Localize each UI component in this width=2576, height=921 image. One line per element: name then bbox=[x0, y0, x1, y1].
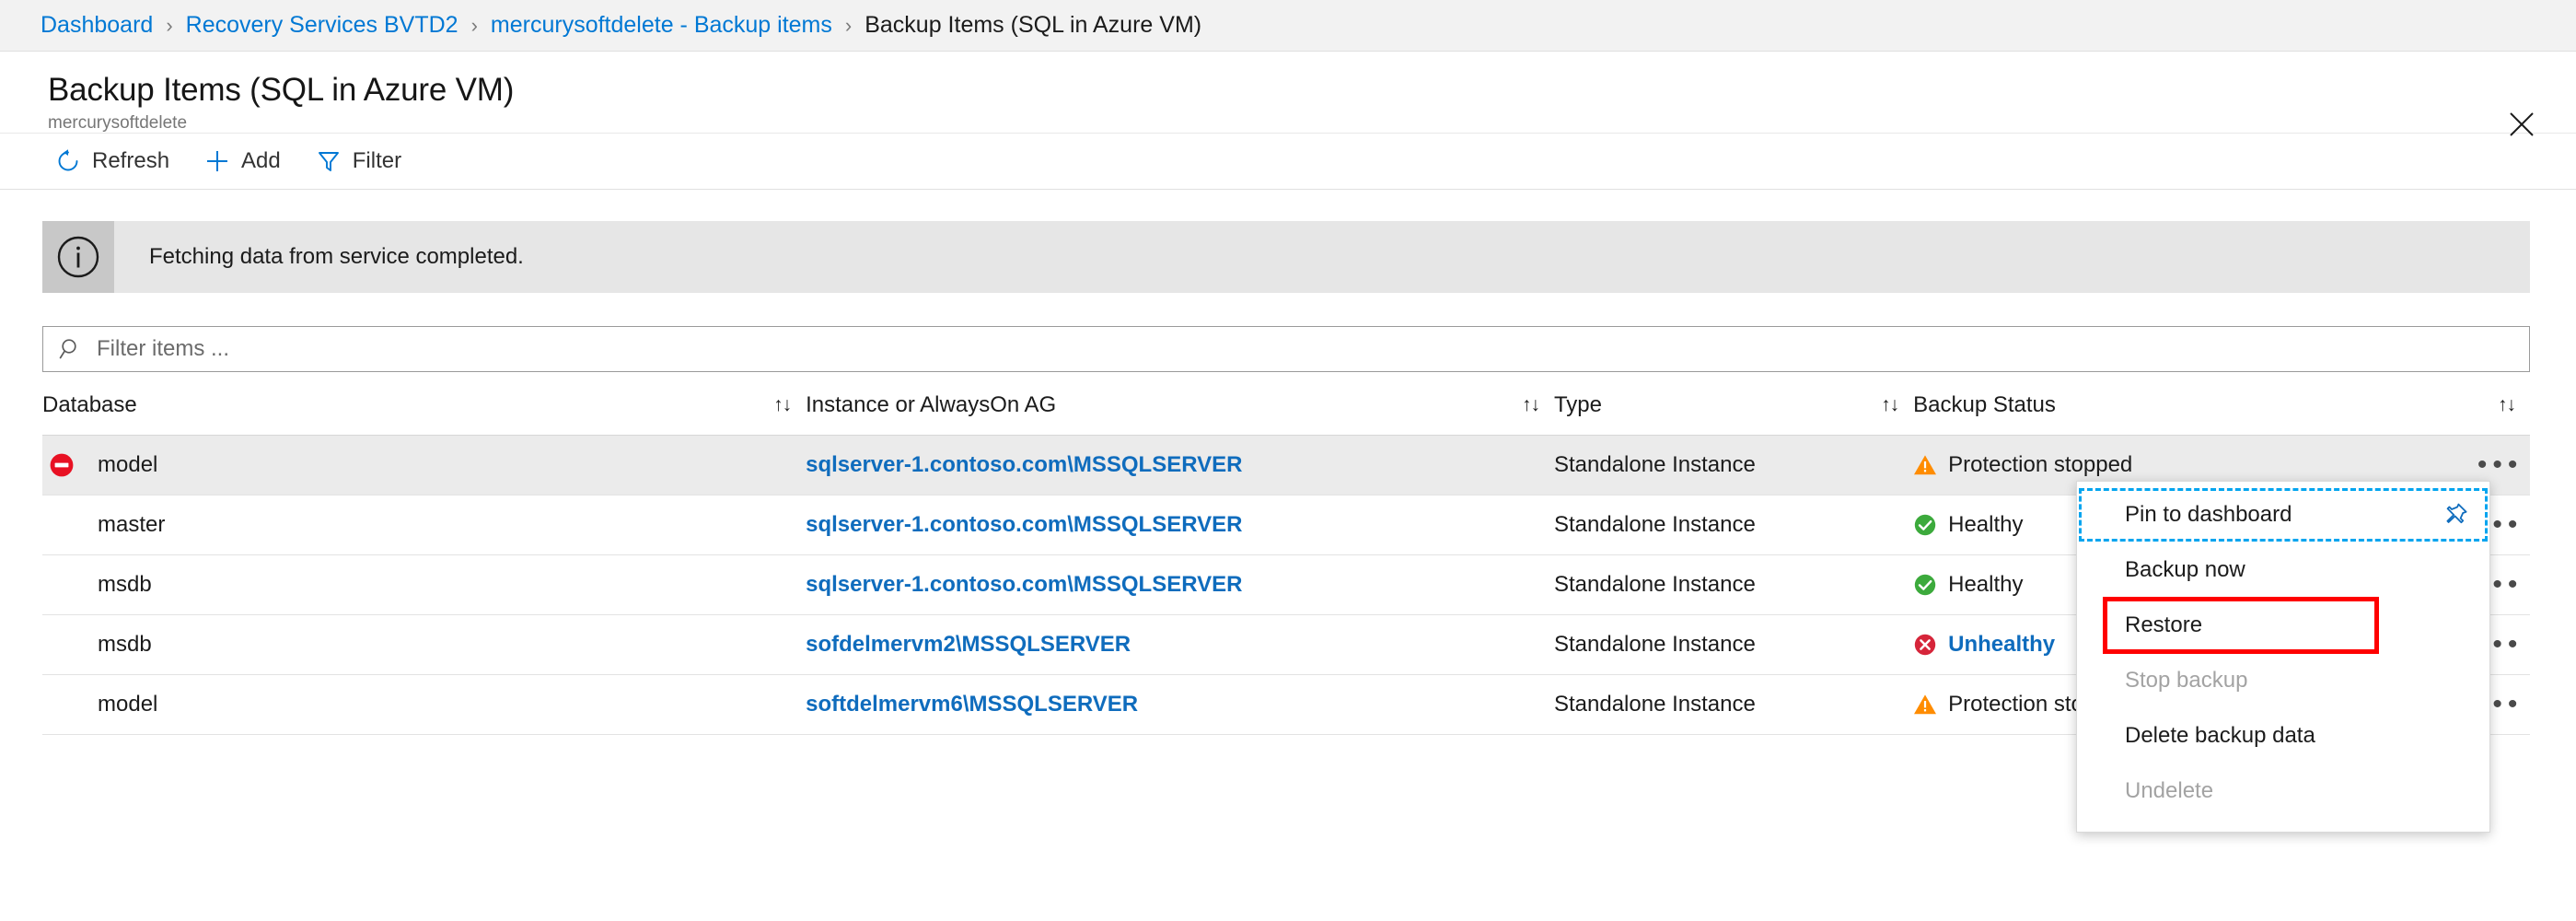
close-icon[interactable] bbox=[2502, 105, 2541, 144]
cell-instance: sqlserver-1.contoso.com\MSSQLSERVER bbox=[806, 436, 1554, 495]
page-title: Backup Items (SQL in Azure VM) bbox=[48, 72, 2576, 109]
column-header-type: Type ↑↓ bbox=[1554, 392, 1913, 436]
menu-item-restore[interactable]: Restore bbox=[2077, 598, 2489, 653]
funnel-icon bbox=[316, 148, 342, 174]
sort-toggle-type[interactable]: ↑↓ bbox=[1867, 394, 1913, 416]
cell-type: Standalone Instance bbox=[1554, 555, 1913, 615]
column-header-instance: Instance or AlwaysOn AG ↑↓ bbox=[806, 392, 1554, 436]
warning-icon bbox=[1913, 453, 1937, 477]
menu-item-backup-now[interactable]: Backup now bbox=[2077, 542, 2489, 598]
menu-item-label: Stop backup bbox=[2125, 668, 2469, 694]
column-header-database: Database ↑↓ bbox=[42, 392, 806, 436]
cell-database: msdb bbox=[42, 615, 806, 675]
blade-header: Backup Items (SQL in Azure VM) mercuryso… bbox=[0, 52, 2576, 133]
menu-item-pin-to-dashboard[interactable]: Pin to dashboard bbox=[2077, 487, 2489, 542]
table-header-row: Database ↑↓ Instance or AlwaysOn AG ↑↓ T… bbox=[42, 392, 2530, 436]
page-subtitle: mercurysoftdelete bbox=[48, 113, 2576, 134]
breadcrumb-separator-icon: › bbox=[471, 14, 478, 38]
database-name: master bbox=[94, 512, 165, 538]
search-icon bbox=[58, 336, 84, 362]
command-bar: Refresh Add Filter bbox=[0, 133, 2576, 190]
cell-instance: sofdelmervm2\MSSQLSERVER bbox=[806, 615, 1554, 675]
cell-database: model bbox=[42, 675, 806, 735]
breadcrumb-item-current: Backup Items (SQL in Azure VM) bbox=[864, 12, 1201, 39]
column-label: Instance or AlwaysOn AG bbox=[806, 392, 1508, 418]
row-context-menu: Pin to dashboard Backup now Restore Stop… bbox=[2076, 481, 2490, 833]
instance-link[interactable]: sofdelmervm2\MSSQLSERVER bbox=[806, 632, 1131, 657]
breadcrumb-item-dashboard[interactable]: Dashboard bbox=[41, 12, 153, 39]
status-label: Protection stopped bbox=[1948, 452, 2132, 478]
column-label: Type bbox=[1554, 392, 1867, 418]
database-name: msdb bbox=[94, 632, 152, 658]
cell-database: model bbox=[42, 436, 806, 495]
cell-instance: sqlserver-1.contoso.com\MSSQLSERVER bbox=[806, 555, 1554, 615]
column-label: Database bbox=[42, 392, 760, 418]
menu-item-label: Restore bbox=[2125, 612, 2469, 638]
add-label: Add bbox=[241, 148, 281, 174]
filter-button[interactable]: Filter bbox=[301, 139, 416, 183]
menu-item-label: Delete backup data bbox=[2125, 723, 2469, 749]
search-input[interactable] bbox=[95, 335, 2323, 363]
cell-database: msdb bbox=[42, 555, 806, 615]
menu-item-undelete: Undelete bbox=[2077, 764, 2489, 819]
plus-icon bbox=[204, 148, 230, 174]
filter-items-box[interactable] bbox=[42, 326, 2530, 372]
database-name: model bbox=[94, 692, 157, 717]
instance-link[interactable]: sqlserver-1.contoso.com\MSSQLSERVER bbox=[806, 572, 1242, 597]
cell-instance: softdelmervm6\MSSQLSERVER bbox=[806, 675, 1554, 735]
pin-icon bbox=[2442, 501, 2469, 529]
stop-icon bbox=[42, 451, 94, 479]
success-icon bbox=[1913, 513, 1937, 537]
cell-type: Standalone Instance bbox=[1554, 615, 1913, 675]
menu-item-label: Pin to dashboard bbox=[2125, 502, 2442, 528]
menu-item-label: Undelete bbox=[2125, 778, 2469, 804]
sort-toggle-instance[interactable]: ↑↓ bbox=[1508, 394, 1554, 416]
menu-item-delete-backup-data[interactable]: Delete backup data bbox=[2077, 708, 2489, 764]
status-banner-message: Fetching data from service completed. bbox=[114, 221, 524, 293]
status-label: Healthy bbox=[1948, 572, 2023, 598]
database-name: msdb bbox=[94, 572, 152, 598]
breadcrumb-item-recovery-services[interactable]: Recovery Services BVTD2 bbox=[186, 12, 458, 39]
status-label[interactable]: Unhealthy bbox=[1948, 632, 2055, 658]
menu-item-label: Backup now bbox=[2125, 557, 2469, 583]
instance-link[interactable]: sqlserver-1.contoso.com\MSSQLSERVER bbox=[806, 512, 1242, 537]
cell-instance: sqlserver-1.contoso.com\MSSQLSERVER bbox=[806, 495, 1554, 555]
column-header-backup-status: Backup Status ↑↓ bbox=[1913, 392, 2530, 436]
breadcrumb-separator-icon: › bbox=[845, 14, 852, 38]
instance-link[interactable]: sqlserver-1.contoso.com\MSSQLSERVER bbox=[806, 452, 1242, 477]
error-icon bbox=[1913, 633, 1937, 657]
breadcrumb-separator-icon: › bbox=[166, 14, 172, 38]
info-icon bbox=[42, 221, 114, 293]
sort-toggle-database[interactable]: ↑↓ bbox=[760, 394, 806, 416]
refresh-button[interactable]: Refresh bbox=[41, 139, 184, 183]
cell-type: Standalone Instance bbox=[1554, 495, 1913, 555]
filter-label: Filter bbox=[353, 148, 401, 174]
cell-database: master bbox=[42, 495, 806, 555]
row-context-menu-button[interactable]: ••• bbox=[2477, 451, 2524, 479]
column-label: Backup Status bbox=[1913, 392, 2484, 418]
database-name: model bbox=[94, 452, 157, 478]
sort-toggle-backup-status[interactable]: ↑↓ bbox=[2484, 394, 2530, 416]
refresh-label: Refresh bbox=[92, 148, 169, 174]
warning-icon bbox=[1913, 693, 1937, 717]
menu-item-stop-backup: Stop backup bbox=[2077, 653, 2489, 708]
breadcrumb: Dashboard › Recovery Services BVTD2 › me… bbox=[0, 0, 2576, 52]
refresh-icon bbox=[55, 148, 81, 174]
breadcrumb-item-backup-items[interactable]: mercurysoftdelete - Backup items bbox=[491, 12, 832, 39]
status-banner: Fetching data from service completed. bbox=[42, 221, 2530, 293]
cell-type: Standalone Instance bbox=[1554, 436, 1913, 495]
success-icon bbox=[1913, 573, 1937, 597]
instance-link[interactable]: softdelmervm6\MSSQLSERVER bbox=[806, 692, 1138, 717]
cell-type: Standalone Instance bbox=[1554, 675, 1913, 735]
add-button[interactable]: Add bbox=[190, 139, 296, 183]
status-label: Healthy bbox=[1948, 512, 2023, 538]
